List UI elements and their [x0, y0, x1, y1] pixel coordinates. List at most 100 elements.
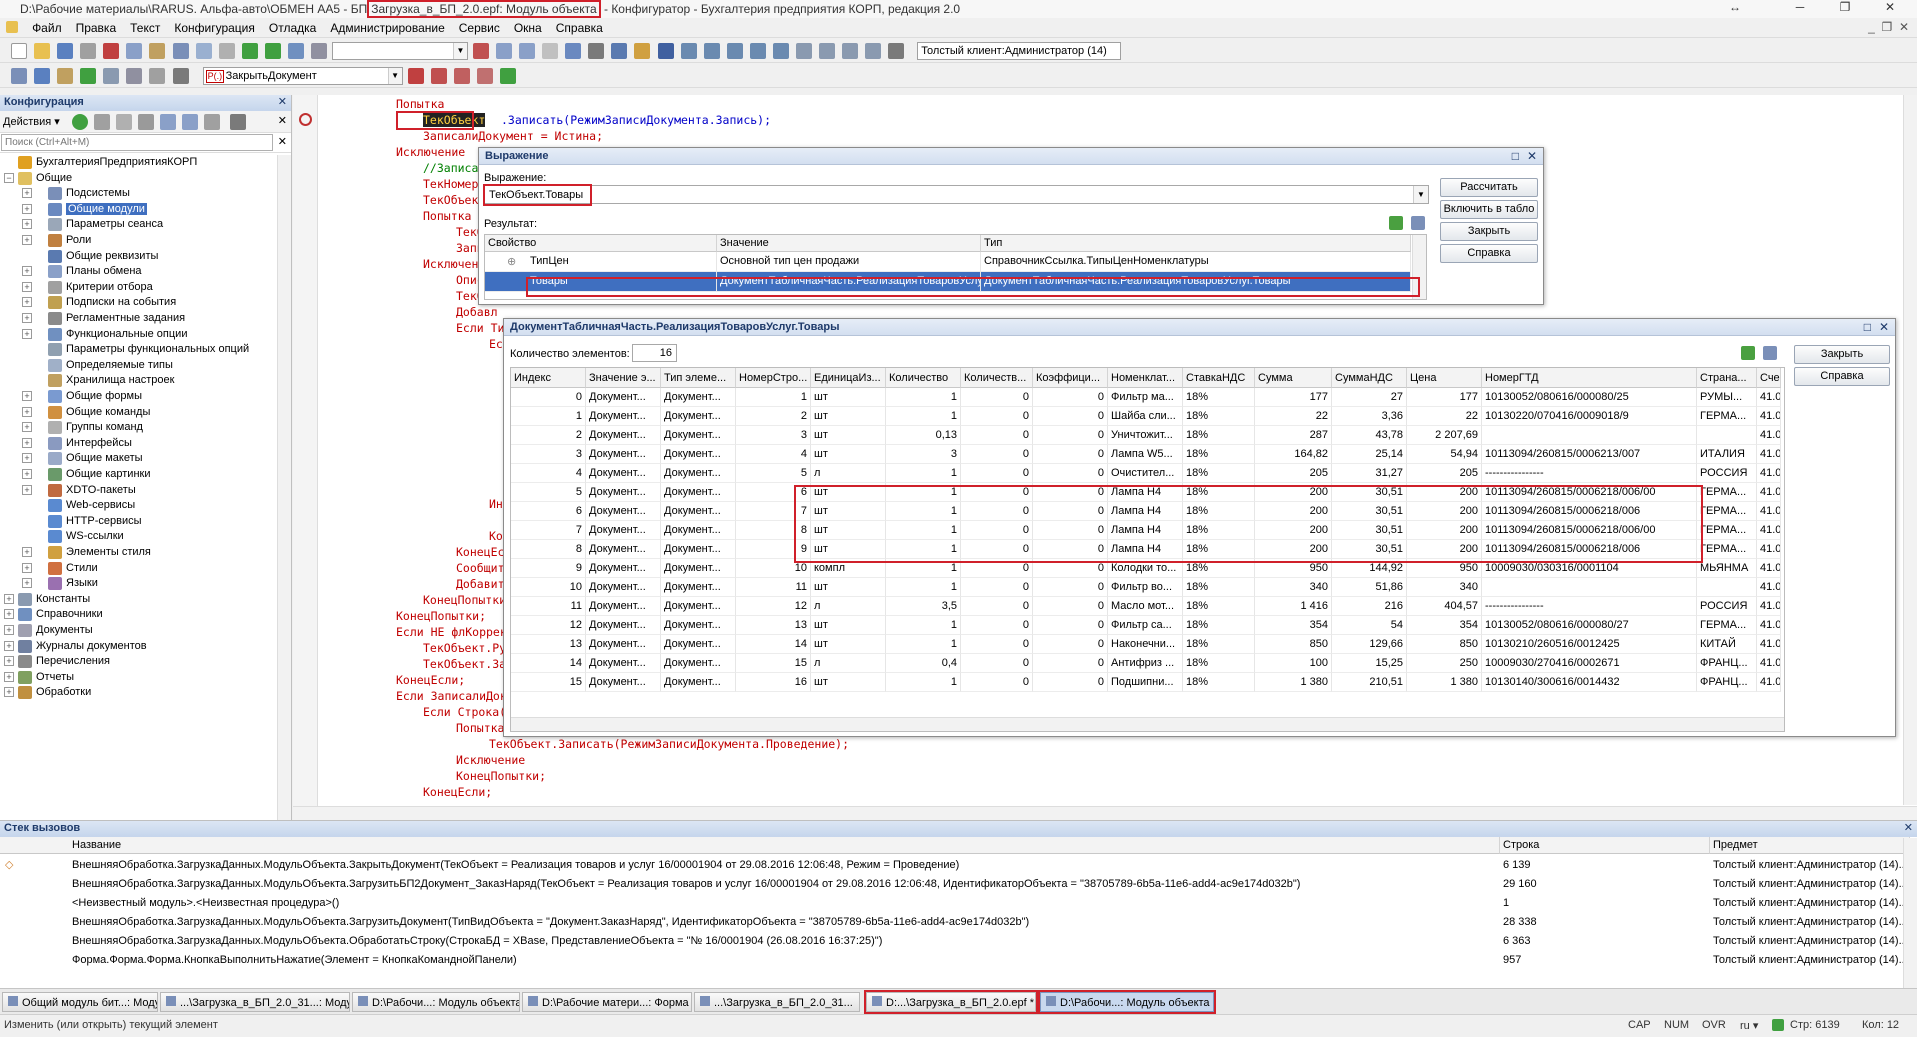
result-grid-header[interactable]: Значение: [717, 235, 981, 252]
goods-table-cell[interactable]: 15,25: [1332, 654, 1407, 673]
goods-table-cell[interactable]: 18%: [1183, 407, 1255, 426]
goods-table-cell[interactable]: 41.0: [1757, 559, 1781, 578]
goods-table-cell[interactable]: ГЕРМА...: [1697, 407, 1757, 426]
goods-table-cell[interactable]: 41.0: [1757, 654, 1781, 673]
goods-table-cell[interactable]: Документ...: [586, 426, 661, 445]
goods-table-cell[interactable]: 0: [1033, 540, 1108, 559]
goods-table-cell[interactable]: 0: [1033, 673, 1108, 692]
step-out-icon[interactable]: [726, 43, 743, 59]
goods-table-cell[interactable]: Документ...: [586, 540, 661, 559]
goods-table-cell[interactable]: 6: [736, 483, 811, 502]
goods-table-cell[interactable]: 1: [886, 502, 961, 521]
goods-table-cell[interactable]: 0,4: [886, 654, 961, 673]
window-tab[interactable]: D:\Рабочи...: Модуль объекта: [352, 992, 520, 1012]
goods-table-cell[interactable]: 18%: [1183, 597, 1255, 616]
goods-table-cell[interactable]: 1: [886, 388, 961, 407]
goods-table-cell[interactable]: КИТАЙ: [1697, 635, 1757, 654]
editor-hscroll[interactable]: [293, 806, 1917, 820]
goods-table-cell[interactable]: Масло мот...: [1108, 597, 1183, 616]
goods-table-cell[interactable]: Шайба сли...: [1108, 407, 1183, 426]
goods-table-cell[interactable]: 10: [736, 559, 811, 578]
edit-result-icon[interactable]: [1389, 216, 1403, 230]
goods-table-cell[interactable]: 0: [1033, 521, 1108, 540]
goods-table-cell[interactable]: 3,36: [1332, 407, 1407, 426]
delete-item-icon[interactable]: [138, 114, 154, 130]
editor-vscroll[interactable]: [1903, 95, 1917, 805]
goods-table-cell[interactable]: Документ...: [586, 445, 661, 464]
goods-table-cell[interactable]: 11: [736, 578, 811, 597]
goods-table-cell[interactable]: шт: [811, 502, 886, 521]
goods-table-header[interactable]: Количеств...: [961, 368, 1033, 388]
goods-table-cell[interactable]: 1 380: [1255, 673, 1332, 692]
tree-expander-icon[interactable]: +: [22, 484, 32, 495]
goods-table-cell[interactable]: 6: [511, 502, 586, 521]
window-tab[interactable]: ...\Загрузка_в_БП_2.0_31...: [694, 992, 860, 1012]
goods-table-cell[interactable]: 41.0: [1757, 578, 1781, 597]
debug-settings-icon[interactable]: [888, 43, 905, 59]
goods-table-cell[interactable]: 18%: [1183, 445, 1255, 464]
expression-close-icon[interactable]: ✕: [1527, 149, 1537, 163]
goods-table-cell[interactable]: 41.0: [1757, 407, 1781, 426]
syntax-check-icon[interactable]: [588, 43, 605, 59]
goods-table-cell[interactable]: Наконечни...: [1108, 635, 1183, 654]
goods-table-cell[interactable]: МЬЯНМА: [1697, 559, 1757, 578]
cfg-support-icon[interactable]: [126, 68, 143, 84]
goods-table-cell[interactable]: 3: [511, 445, 586, 464]
help-icon[interactable]: [657, 43, 674, 59]
result-grid-cell[interactable]: ⊕ ТипЦен: [485, 252, 717, 272]
goods-table-cell[interactable]: 0: [961, 635, 1033, 654]
goods-table-cell[interactable]: 1: [886, 635, 961, 654]
expression-dialog-button[interactable]: Включить в табло: [1440, 200, 1538, 219]
result-grid-header[interactable]: Тип: [981, 235, 1411, 252]
goods-table-cell[interactable]: 9: [511, 559, 586, 578]
goods-table-cell[interactable]: компл: [811, 559, 886, 578]
goods-table-cell[interactable]: шт: [811, 407, 886, 426]
goods-table-cell[interactable]: Документ...: [661, 578, 736, 597]
goods-table-cell[interactable]: 177: [1407, 388, 1482, 407]
tree-expander-icon[interactable]: +: [22, 203, 32, 214]
goods-table-cell[interactable]: 10113094/260815/0006218/006: [1482, 502, 1697, 521]
goods-table-cell[interactable]: Уничтожит...: [1108, 426, 1183, 445]
goods-table-cell[interactable]: 7: [511, 521, 586, 540]
config-panel-close-icon[interactable]: ✕: [278, 114, 287, 127]
goods-table-cell[interactable]: 0: [1033, 388, 1108, 407]
goods-table-cell[interactable]: Колодки то...: [1108, 559, 1183, 578]
status-lang[interactable]: ru ▾: [1740, 1019, 1758, 1032]
goods-table-cell[interactable]: 0: [961, 445, 1033, 464]
tree-expander-icon[interactable]: +: [22, 297, 32, 308]
call-stack-header-cell[interactable]: Название: [0, 837, 1500, 854]
tree-expander-icon[interactable]: +: [22, 578, 32, 589]
goods-table-cell[interactable]: Документ...: [661, 559, 736, 578]
goods-table-header[interactable]: НомерГТД: [1482, 368, 1697, 388]
call-stack-cell[interactable]: 29 160: [1500, 875, 1710, 894]
goods-table-cell[interactable]: 0: [1033, 426, 1108, 445]
tree-expander-icon[interactable]: +: [22, 219, 32, 230]
goods-table-cell[interactable]: Документ...: [661, 635, 736, 654]
procedure-combo[interactable]: Р(.) ЗакрытьДокумент ▼: [202, 67, 403, 85]
goods-table-cell[interactable]: Лампа W5...: [1108, 445, 1183, 464]
table-maximize-icon[interactable]: □: [1864, 320, 1871, 334]
goods-table-cell[interactable]: шт: [811, 635, 886, 654]
breakpoint-current-icon[interactable]: [299, 113, 312, 126]
call-stack-cell[interactable]: Толстый клиент:Администратор (14)...: [1710, 913, 1910, 932]
goods-table-cell[interactable]: 1: [886, 483, 961, 502]
goods-table-cell[interactable]: 200: [1255, 521, 1332, 540]
goods-table-header[interactable]: Количество: [886, 368, 961, 388]
goods-table-cell[interactable]: Документ...: [586, 654, 661, 673]
goods-table-cell[interactable]: 41.0: [1757, 635, 1781, 654]
goods-table-cell[interactable]: 205: [1255, 464, 1332, 483]
result-grid-cell[interactable]: ДокументТабличнаяЧасть.РеализацияТоваров…: [717, 272, 981, 292]
goods-table-cell[interactable]: 41.0: [1757, 597, 1781, 616]
goods-table-cell[interactable]: 15: [511, 673, 586, 692]
wizard-icon[interactable]: [611, 43, 628, 59]
goods-table-cell[interactable]: 2: [736, 407, 811, 426]
menu-item[interactable]: Текст: [123, 18, 167, 38]
goods-table-cell[interactable]: 850: [1407, 635, 1482, 654]
goods-table-cell[interactable]: 10113094/260815/0006213/007: [1482, 445, 1697, 464]
goods-table-cell[interactable]: Подшипни...: [1108, 673, 1183, 692]
goods-table-cell[interactable]: 12: [736, 597, 811, 616]
cfg-compare-icon[interactable]: [57, 68, 74, 84]
call-stack-header-cell[interactable]: Предмет: [1710, 837, 1910, 854]
step-over-icon[interactable]: [703, 43, 720, 59]
edit-table-icon[interactable]: [1741, 346, 1755, 360]
